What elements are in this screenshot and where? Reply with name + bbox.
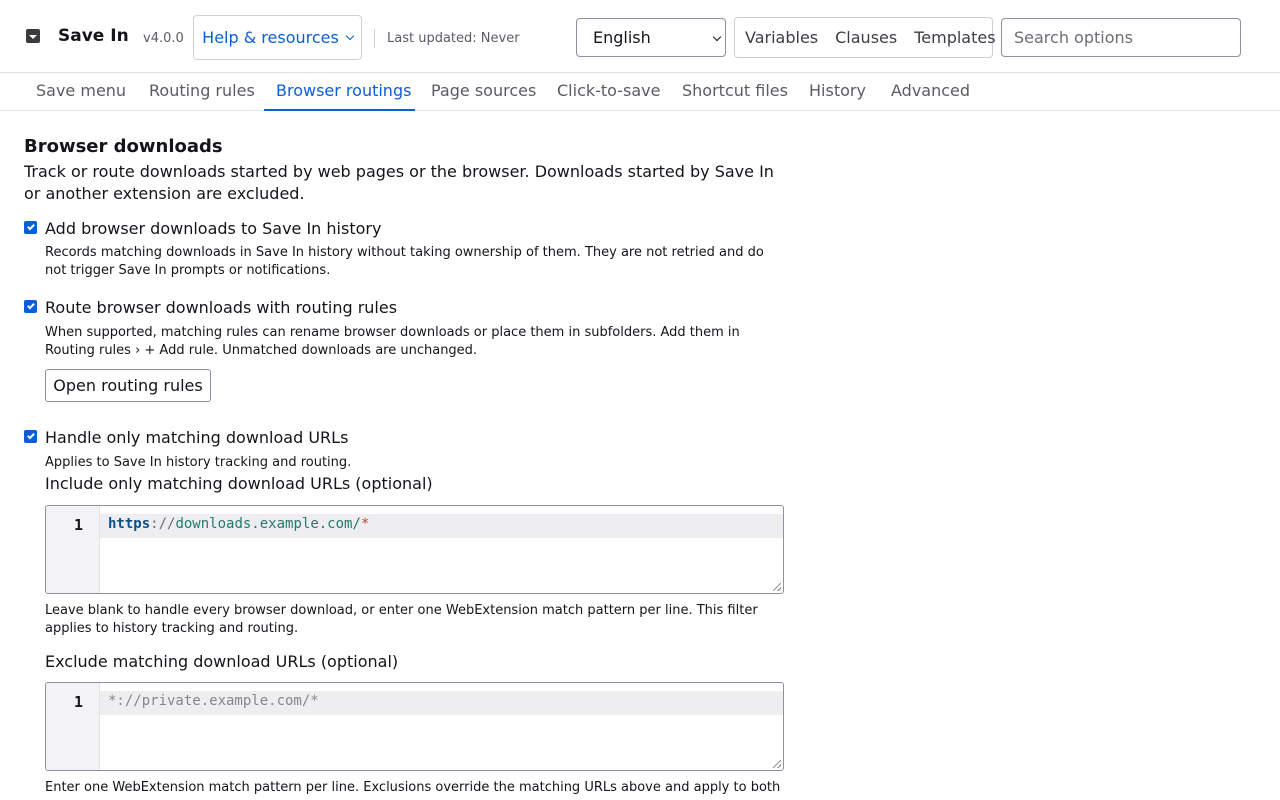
code-token-separator: ://: [150, 516, 176, 532]
tab-shortcut-files[interactable]: Shortcut files: [682, 81, 788, 100]
tab-history[interactable]: History: [809, 81, 866, 100]
history-option-help: Records matching downloads in Save In hi…: [45, 245, 764, 278]
open-routing-rules-button[interactable]: Open routing rules: [45, 369, 211, 402]
clauses-button[interactable]: Clauses: [835, 28, 897, 47]
language-select[interactable]: English: [576, 18, 726, 57]
include-urls-editor[interactable]: 1 https://downloads.example.com/*: [45, 505, 784, 594]
include-urls-help: Leave blank to handle every browser down…: [45, 603, 758, 636]
matching-urls-option-label[interactable]: Handle only matching download URLs: [45, 428, 348, 447]
history-option-label[interactable]: Add browser downloads to Save In history: [45, 219, 381, 238]
help-resources-label: Help & resources: [202, 28, 339, 47]
tab-save-menu[interactable]: Save menu: [36, 81, 126, 100]
line-gutter: [46, 506, 100, 593]
matching-urls-checkbox[interactable]: [24, 430, 37, 443]
section-description: Track or route downloads started by web …: [24, 162, 774, 203]
exclude-code-placeholder[interactable]: *://private.example.com/*: [108, 693, 319, 709]
tab-page-sources[interactable]: Page sources: [431, 81, 536, 100]
templates-button[interactable]: Templates: [914, 28, 995, 47]
checkmark-icon: [26, 431, 35, 440]
code-token-scheme: https: [108, 516, 151, 532]
code-token-wildcard: *: [360, 516, 370, 532]
checkmark-icon: [26, 222, 35, 231]
help-resources-button[interactable]: Help & resources: [193, 15, 362, 60]
variables-button[interactable]: Variables: [745, 28, 818, 47]
chevron-down-icon: [345, 31, 355, 40]
include-code-line[interactable]: https://downloads.example.com/*: [108, 516, 369, 532]
exclude-urls-label: Exclude matching download URLs (optional…: [45, 652, 399, 671]
line-number: 1: [74, 516, 84, 534]
search-options-input[interactable]: [1001, 18, 1241, 57]
line-number: 1: [74, 693, 84, 711]
active-tab-indicator: [264, 109, 415, 111]
header-divider: [374, 29, 375, 48]
last-updated-text: Last updated: Never: [387, 31, 520, 46]
chevron-down-icon: [712, 32, 722, 42]
resize-handle-icon[interactable]: [773, 583, 781, 591]
app-version: v4.0.0: [143, 31, 184, 46]
routing-option-label[interactable]: Route browser downloads with routing rul…: [45, 298, 397, 317]
tab-bar: Save menu Routing rules Browser routings…: [0, 73, 1280, 111]
exclude-urls-editor[interactable]: 1 *://private.example.com/*: [45, 682, 784, 771]
history-checkbox[interactable]: [24, 221, 37, 234]
code-token-host: downloads.example.com/: [175, 516, 361, 532]
checkmark-icon: [26, 301, 35, 310]
include-urls-label: Include only matching download URLs (opt…: [45, 474, 433, 493]
resize-handle-icon[interactable]: [773, 760, 781, 768]
tab-click-to-save[interactable]: Click-to-save: [557, 81, 660, 100]
save-in-logo-icon: [26, 29, 40, 43]
routing-checkbox[interactable]: [24, 300, 37, 313]
exclude-urls-help: Enter one WebExtension match pattern per…: [45, 780, 781, 795]
section-title: Browser downloads: [24, 136, 223, 157]
line-gutter: [46, 683, 100, 770]
app-name: Save In: [58, 26, 129, 46]
tab-browser-routings[interactable]: Browser routings: [276, 81, 411, 100]
tab-advanced[interactable]: Advanced: [891, 81, 970, 100]
header: Save In v4.0.0 Help & resources Last upd…: [0, 0, 1280, 73]
matching-urls-option-help: Applies to Save In history tracking and …: [45, 455, 352, 470]
tab-routing-rules[interactable]: Routing rules: [149, 81, 255, 100]
language-select-value: English: [593, 28, 651, 47]
routing-option-help: When supported, matching rules can renam…: [45, 325, 740, 358]
token-button-group: Variables Clauses Templates: [734, 17, 996, 58]
